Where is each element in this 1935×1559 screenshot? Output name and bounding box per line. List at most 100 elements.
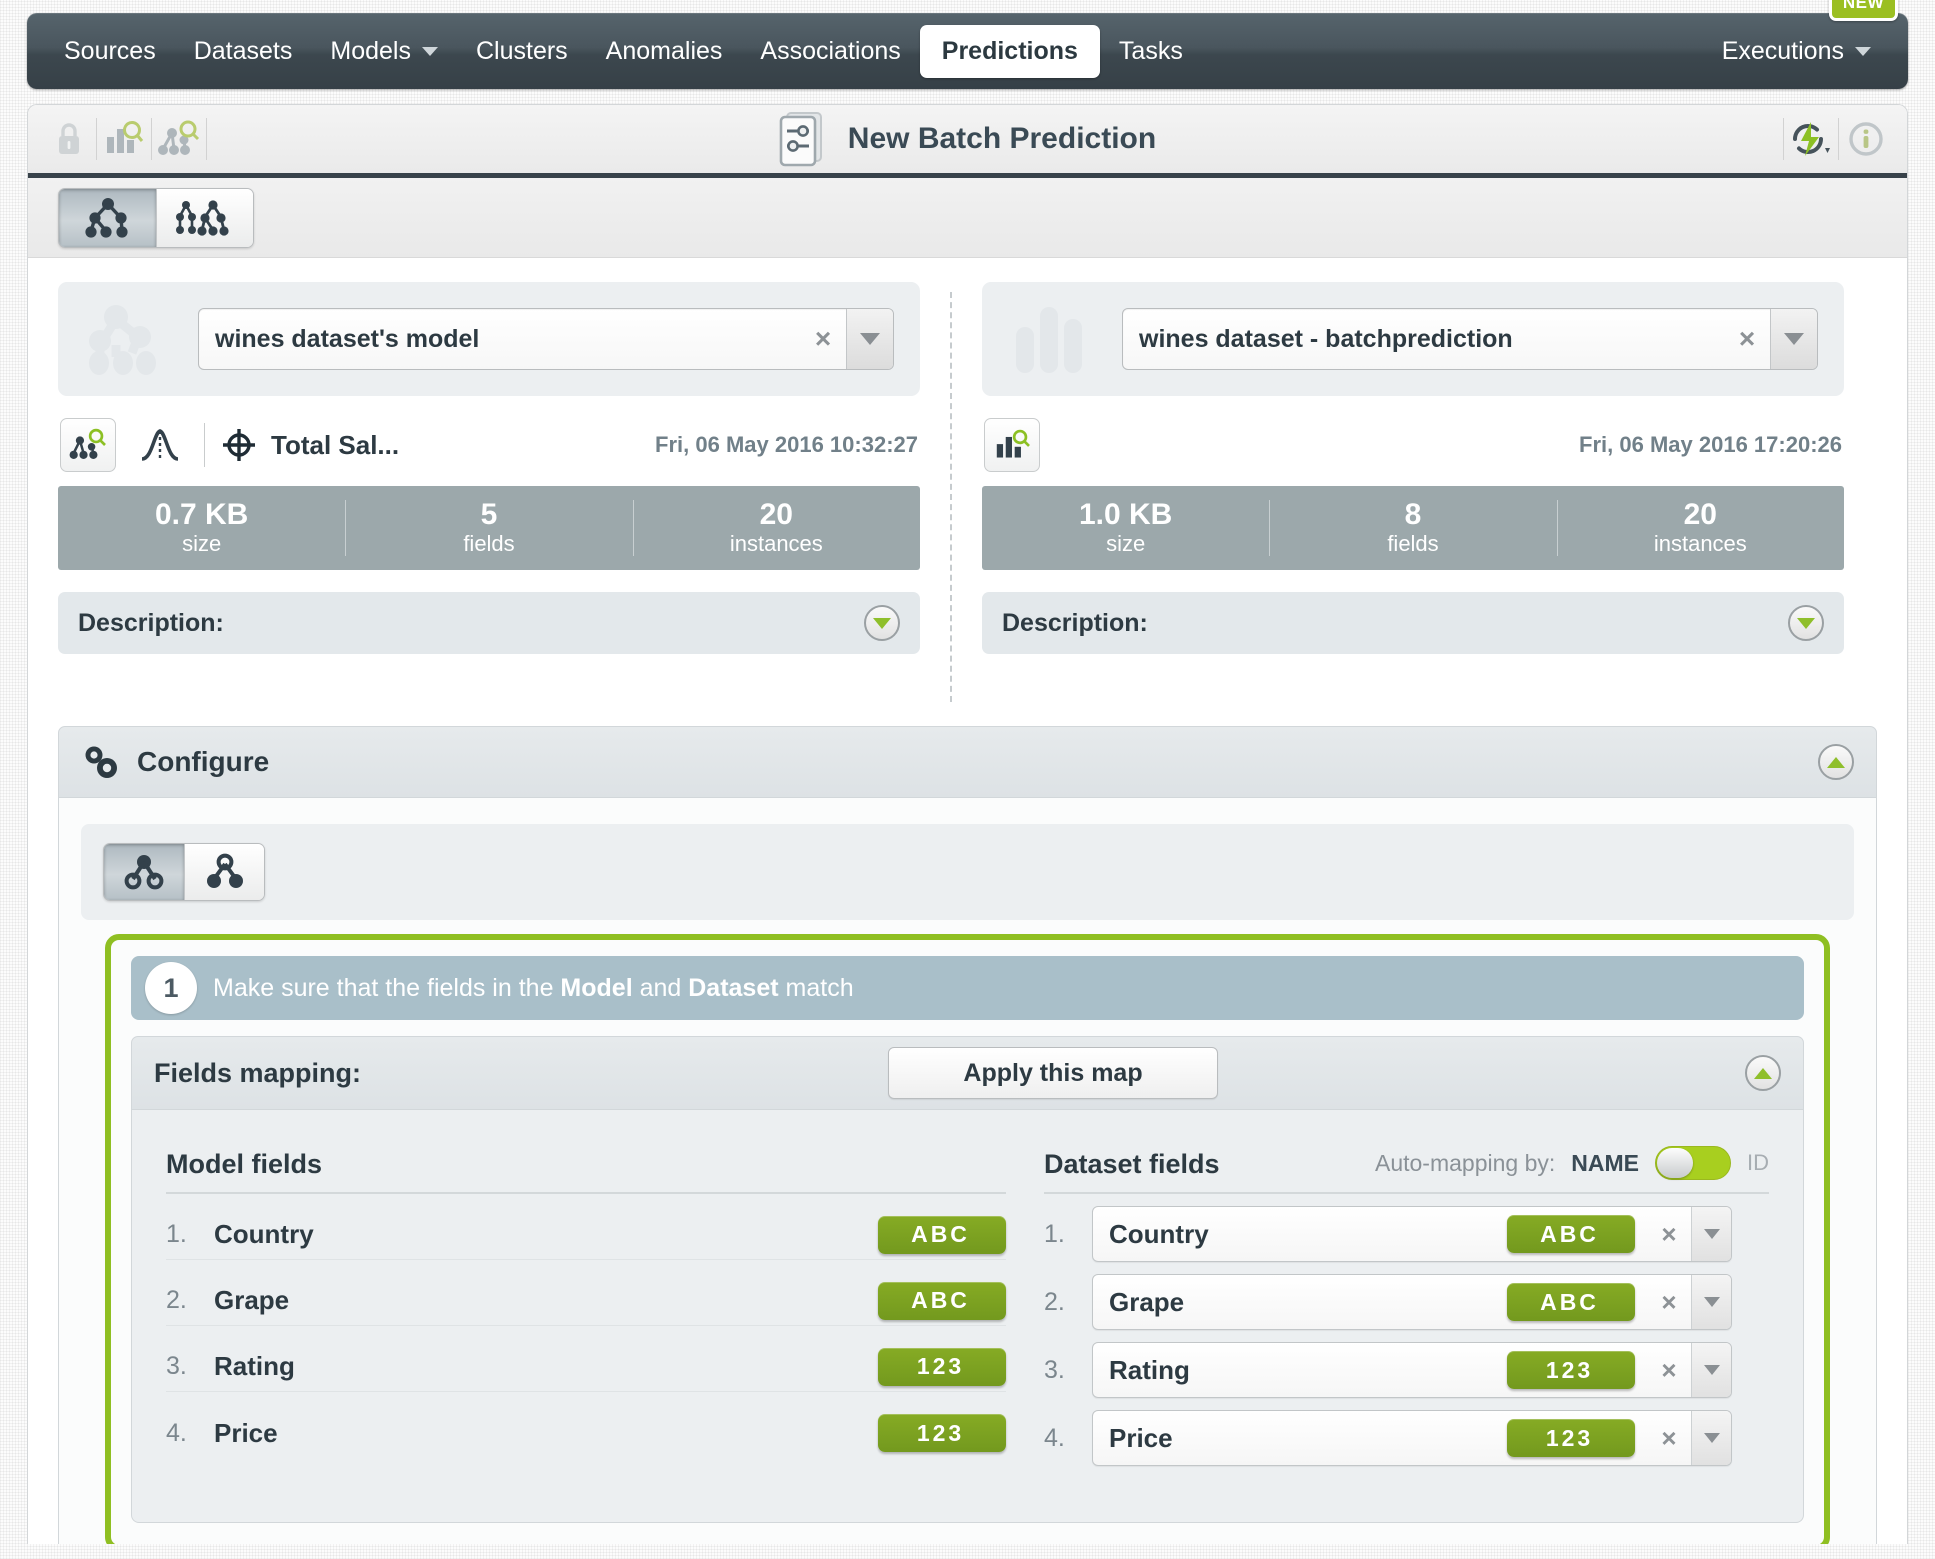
nav-item-associations[interactable]: Associations — [741, 28, 919, 75]
divider — [204, 423, 205, 467]
row-index: 3. — [166, 1352, 187, 1380]
nav-label: Executions — [1721, 36, 1844, 65]
nav-item-clusters[interactable]: Clusters — [457, 28, 587, 75]
dropdown-icon[interactable] — [1691, 1343, 1731, 1397]
fields-mapping-collapse-button[interactable] — [1744, 1055, 1781, 1091]
model-preview-button[interactable] — [60, 418, 116, 472]
clear-icon[interactable]: × — [1647, 1287, 1691, 1318]
dataset-fields-column: Dataset fields Auto-mapping by: NAME ID — [1006, 1146, 1769, 1466]
nav-label: Models — [330, 36, 411, 65]
field-name: Price — [1109, 1422, 1173, 1453]
step-number: 1 — [145, 962, 197, 1014]
stat-fields: 5 fields — [345, 486, 632, 570]
stat-size: 0.7 KB size — [58, 486, 345, 570]
lock-icon[interactable] — [42, 115, 96, 163]
view-switch-single-model[interactable] — [59, 188, 156, 247]
row-index: 4. — [166, 1418, 187, 1447]
dashed-divider — [950, 292, 952, 702]
dropdown-icon[interactable] — [1691, 1207, 1731, 1261]
clear-icon[interactable]: × — [1647, 1355, 1691, 1386]
model-description-expand-button[interactable] — [864, 605, 900, 641]
nav-item-predictions[interactable]: Predictions — [919, 24, 1100, 78]
nav-item-datasets[interactable]: Datasets — [175, 28, 312, 75]
dataset-fields-header: Dataset fields Auto-mapping by: NAME ID — [1044, 1146, 1769, 1194]
dataset-select-dropdown-icon[interactable] — [1770, 309, 1817, 369]
stat-value: 20 — [1683, 498, 1717, 532]
auto-mapping-toggle[interactable] — [1655, 1146, 1731, 1180]
stat-key: instances — [1653, 530, 1747, 556]
auto-mapping-label: Auto-mapping by: — [1374, 1149, 1556, 1176]
chevron-down-icon — [1703, 1229, 1720, 1239]
chevron-down-icon — [873, 617, 891, 629]
model-description-row: Description: — [58, 592, 920, 654]
chevron-down-icon — [1855, 46, 1871, 56]
nav-item-tasks[interactable]: Tasks — [1100, 28, 1202, 75]
chevron-down-icon — [1797, 617, 1815, 629]
dropdown-icon[interactable] — [1691, 1411, 1731, 1465]
distribution-icon[interactable] — [132, 418, 188, 472]
model-select-dropdown-icon[interactable] — [846, 309, 893, 369]
stat-key: size — [182, 530, 222, 556]
field-name: Rating — [1109, 1354, 1190, 1385]
configure-title: Configure — [137, 746, 270, 777]
nav-item-anomalies[interactable]: Anomalies — [587, 28, 742, 75]
dataset-panel: wines dataset - batchprediction × Fri, 0… — [982, 282, 1844, 702]
dataset-field-select[interactable]: Price 123 × — [1092, 1410, 1732, 1466]
model-select-value: wines dataset's model — [215, 324, 480, 353]
batch-prediction-icon — [779, 110, 831, 168]
stat-key: fields — [463, 530, 515, 556]
dataset-select[interactable]: wines dataset - batchprediction × — [1122, 308, 1818, 370]
content-card: New Batch Prediction wines dataset's mod… — [27, 104, 1908, 1544]
view-switch-multi-model[interactable] — [156, 188, 253, 247]
stat-value: 20 — [759, 498, 793, 532]
stat-fields: 8 fields — [1269, 486, 1556, 570]
model-panel: wines dataset's model × Total Sal... Fri… — [58, 282, 920, 702]
apply-this-map-button[interactable]: Apply this map — [888, 1047, 1218, 1099]
configure-header[interactable]: Configure — [58, 726, 1877, 798]
model-search-icon[interactable] — [152, 115, 206, 163]
field-type-badge: ABC — [878, 1281, 1006, 1320]
dropdown-icon[interactable] — [1691, 1275, 1731, 1329]
model-select[interactable]: wines dataset's model × — [198, 308, 894, 370]
stat-value: 1.0 KB — [1078, 498, 1173, 532]
stat-instances: 20 instances — [1556, 486, 1844, 570]
prediction-mode-multi[interactable] — [184, 844, 264, 900]
dataset-preview-button[interactable] — [984, 418, 1040, 472]
main-navigation: Sources Datasets Models Clusters Anomali… — [27, 0, 1908, 89]
model-select-row: wines dataset's model × — [58, 282, 920, 396]
panel-divider — [920, 282, 982, 702]
prediction-mode-single[interactable] — [104, 844, 184, 900]
configure-collapse-button[interactable] — [1818, 744, 1854, 780]
model-select-clear-icon[interactable]: × — [800, 325, 846, 353]
dataset-select-clear-icon[interactable]: × — [1724, 325, 1770, 353]
auto-mapping-control: Auto-mapping by: NAME ID — [1375, 1146, 1769, 1180]
nav-item-sources[interactable]: Sources — [45, 28, 175, 75]
toggle-knob — [1657, 1148, 1693, 1178]
stat-size: 1.0 KB size — [982, 486, 1269, 570]
dataset-field-select[interactable]: Rating 123 × — [1092, 1342, 1732, 1398]
nav-item-models[interactable]: Models — [311, 28, 457, 75]
dataset-stats: 1.0 KB size 8 fields 20 instances — [982, 486, 1844, 570]
step-text-dataset: Dataset — [688, 973, 779, 1002]
nav-label: Anomalies — [605, 36, 723, 65]
field-type-badge: 123 — [878, 1414, 1006, 1452]
dataset-field-select[interactable]: Country ABC × — [1092, 1206, 1732, 1262]
row-index: 3. — [1044, 1355, 1065, 1384]
row-index: 1. — [166, 1220, 187, 1248]
nav-item-executions[interactable]: Executions — [1703, 28, 1890, 75]
dataset-description-expand-button[interactable] — [1788, 605, 1824, 641]
stat-instances: 20 instances — [632, 486, 920, 570]
info-icon[interactable] — [1839, 115, 1893, 163]
lightning-refresh-icon[interactable] — [1784, 115, 1838, 163]
configure-body: 1 Make sure that the fields in the Model… — [58, 798, 1877, 1544]
model-date: Fri, 06 May 2016 10:32:27 — [655, 432, 918, 457]
step-instruction: Make sure that the fields in the Model a… — [213, 974, 854, 1003]
dataset-search-icon[interactable] — [97, 115, 151, 163]
dataset-field-select[interactable]: Grape ABC × — [1092, 1274, 1732, 1330]
field-type-badge: ABC — [1507, 1283, 1635, 1321]
chevron-up-icon — [1753, 1067, 1772, 1079]
clear-icon[interactable]: × — [1647, 1219, 1691, 1250]
nav-label: Tasks — [1118, 36, 1183, 65]
dataset-select-value: wines dataset - batchprediction — [1139, 324, 1513, 353]
clear-icon[interactable]: × — [1647, 1423, 1691, 1454]
